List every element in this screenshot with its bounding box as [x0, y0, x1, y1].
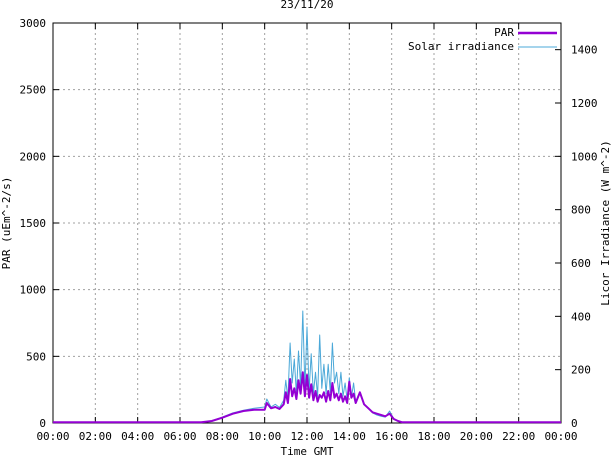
- x-tick-label: 10:00: [248, 430, 281, 443]
- y-tick-label-left: 0: [39, 417, 46, 430]
- x-tick-label: 00:00: [544, 430, 577, 443]
- y-tick-label-left: 2500: [20, 84, 47, 97]
- y-tick-label-right: 1200: [571, 97, 598, 110]
- chart-title: 23/11/20: [281, 0, 334, 11]
- y-tick-label-left: 1000: [20, 284, 47, 297]
- grid-layer: [53, 23, 561, 423]
- x-tick-label: 20:00: [460, 430, 493, 443]
- y-tick-label-right: 400: [571, 310, 591, 323]
- series-line-solar-irradiance: [53, 310, 561, 423]
- y-tick-label-right: 0: [571, 417, 578, 430]
- legend-label-par: PAR: [494, 26, 514, 39]
- y-tick-label-left: 3000: [20, 17, 47, 30]
- series-layer: [53, 310, 561, 424]
- x-tick-label: 08:00: [206, 430, 239, 443]
- y-tick-label-right: 1000: [571, 150, 598, 163]
- chart: 00:00 02:00 04:00 06:00 08:00 10:00 12:00 14:00…: [0, 0, 612, 458]
- y-axis-label-right: Licor Irradiance (W m^-2): [599, 140, 612, 306]
- y-tick-label-right: 200: [571, 364, 591, 377]
- x-tick-label: 22:00: [502, 430, 535, 443]
- y-tick-label-right: 800: [571, 204, 591, 217]
- x-tick-label: 14:00: [333, 430, 366, 443]
- y-tick-label-left: 500: [26, 350, 46, 363]
- y-tick-label-right: 1400: [571, 44, 598, 57]
- x-tick-label: 02:00: [79, 430, 112, 443]
- x-tick-label: 18:00: [417, 430, 450, 443]
- x-axis-label: Time GMT: [281, 445, 334, 458]
- legend-label-solar-irradiance: Solar irradiance: [408, 40, 514, 53]
- y-tick-label-right: 600: [571, 257, 591, 270]
- y-tick-label-left: 1500: [20, 217, 47, 230]
- x-tick-label: 06:00: [163, 430, 196, 443]
- x-tick-label: 12:00: [290, 430, 323, 443]
- x-tick-label: 00:00: [36, 430, 69, 443]
- y-axis-label-left: PAR (uEm^-2/s): [0, 177, 13, 270]
- legend: PAR Solar irradiance: [408, 26, 557, 53]
- x-tick-label: 04:00: [121, 430, 154, 443]
- y-tick-label-left: 2000: [20, 150, 47, 163]
- x-tick-label: 16:00: [375, 430, 408, 443]
